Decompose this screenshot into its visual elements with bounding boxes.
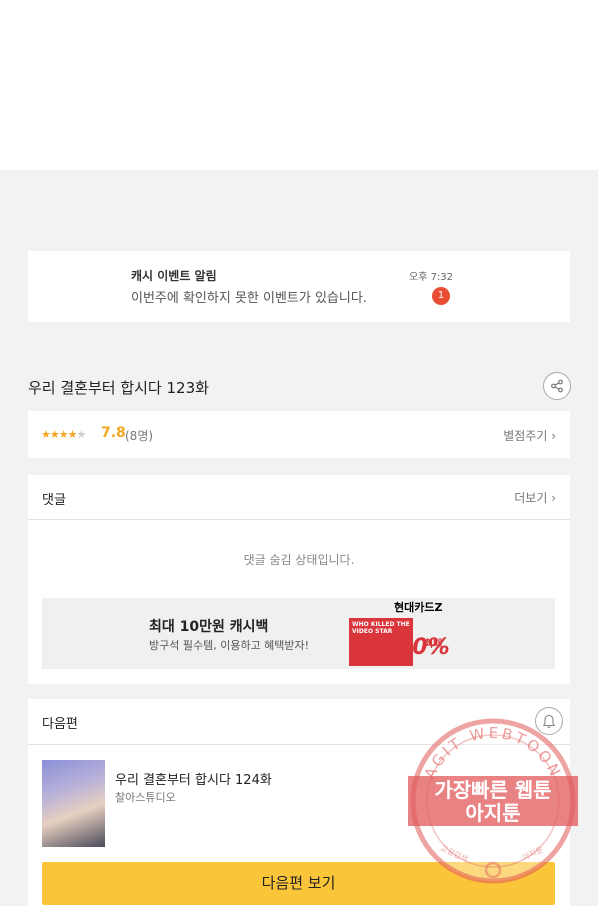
rating-score: 7.8: [101, 425, 126, 441]
next-episode-thumbnail[interactable]: [42, 760, 105, 847]
rate-button[interactable]: 별점주기 ›: [503, 427, 556, 444]
comments-header: 댓글 더보기 ›: [28, 475, 570, 520]
comments-section: 댓글 더보기 › 댓글 숨김 상태입니다. 최대 10만원 캐시백 방구석 필수…: [28, 475, 570, 684]
share-button[interactable]: [543, 372, 571, 400]
ad-banner[interactable]: 최대 10만원 캐시백 방구석 필수템, 이용하고 혜택받자! 현대카드Z WH…: [42, 598, 555, 669]
next-episode-button[interactable]: 다음편 보기: [42, 862, 555, 905]
top-blank-area: [0, 0, 598, 170]
cash-event-notification[interactable]: 캐시 이벤트 알림 이번주에 확인하지 못한 이벤트가 있습니다. 오후 7:3…: [28, 251, 570, 322]
notify-button[interactable]: [535, 707, 563, 735]
comments-hidden-message: 댓글 숨김 상태입니다.: [243, 553, 355, 567]
notification-time: 오후 7:32: [409, 272, 454, 283]
ad-subtitle: 방구석 필수템, 이용하고 혜택받자!: [149, 639, 310, 652]
next-episode-section: 다음편 우리 결혼부터 합시다 124화 찰아스튜디오 다음편 보기: [28, 699, 570, 906]
rating-card: ★★★★★ 7.8 (8명) 별점주기 ›: [28, 411, 570, 458]
next-episode-label: 다음편: [42, 717, 78, 732]
next-episode-studio: 찰아스튜디오: [115, 791, 176, 804]
notification-badge: 1: [432, 287, 450, 305]
bell-icon: [542, 714, 556, 728]
notification-body: 이번주에 확인하지 못한 이벤트가 있습니다.: [131, 291, 367, 306]
ad-brand-logo: 현대카드Z: [394, 601, 443, 614]
comments-more-link[interactable]: 더보기 ›: [514, 489, 556, 506]
ad-max-label: 최대: [424, 639, 443, 650]
next-episode-header: 다음편: [28, 699, 570, 745]
episode-title: 우리 결혼부터 합시다 123화: [28, 379, 209, 397]
star-rating-icon: ★★★★★: [41, 428, 86, 441]
comments-label: 댓글: [42, 493, 66, 508]
ad-title: 최대 10만원 캐시백: [149, 619, 269, 635]
notification-title: 캐시 이벤트 알림: [131, 269, 217, 283]
rating-count: (8명): [125, 429, 154, 443]
next-episode-title[interactable]: 우리 결혼부터 합시다 124화: [115, 769, 272, 788]
share-icon: [551, 379, 563, 393]
